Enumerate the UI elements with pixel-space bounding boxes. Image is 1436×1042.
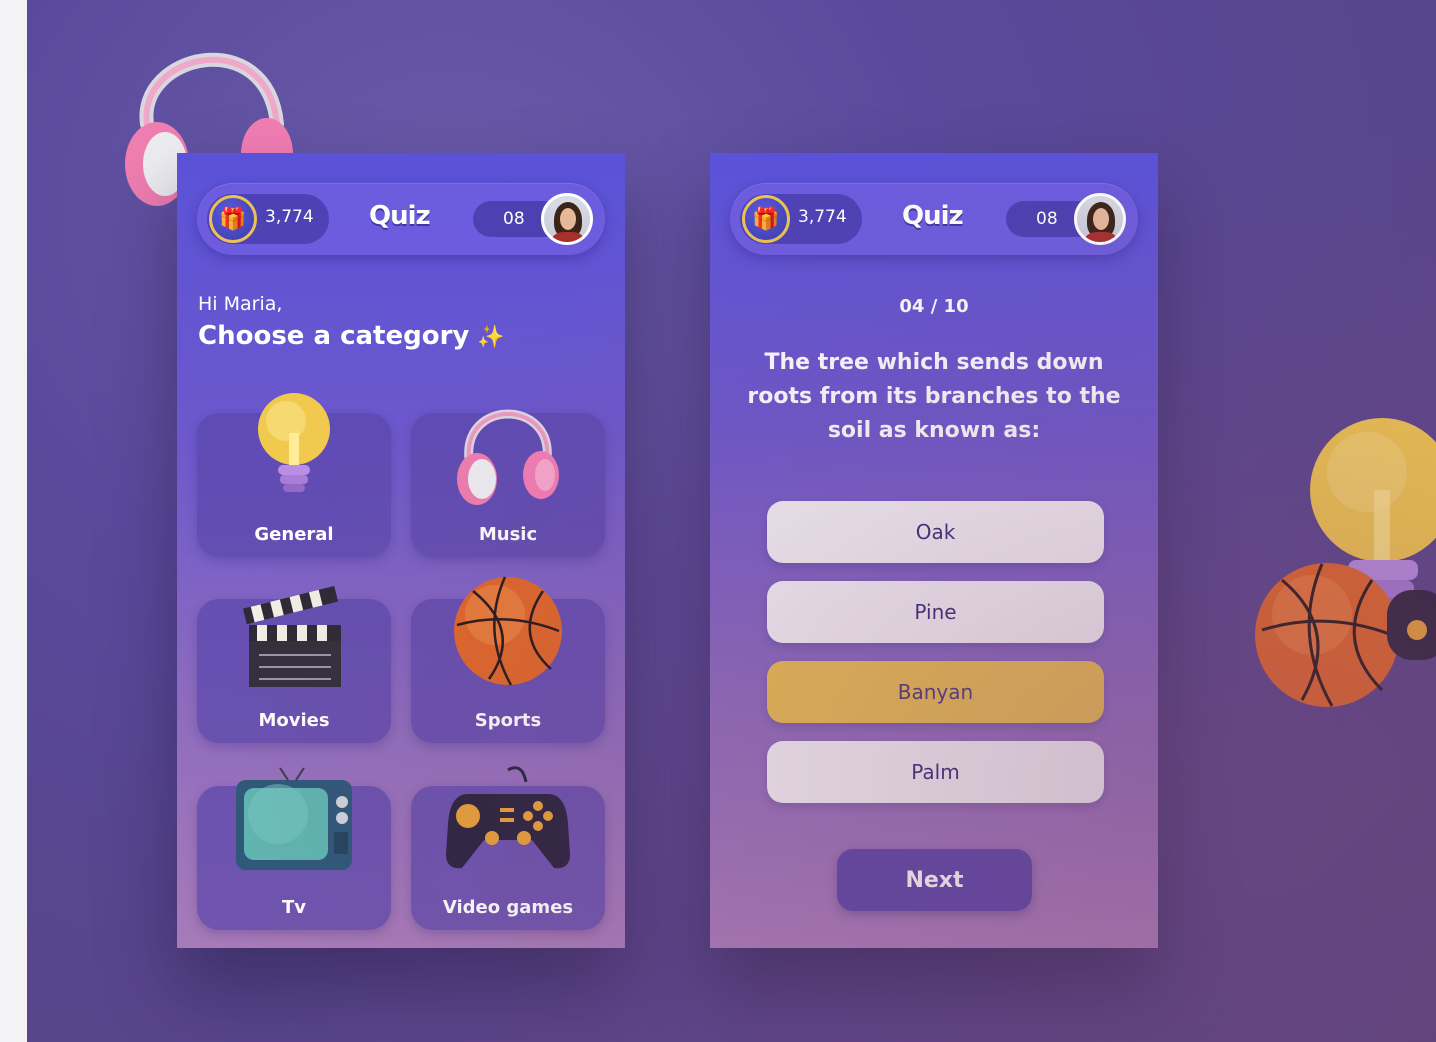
avatar[interactable]: [1074, 193, 1126, 245]
question-screen: 🎁 3,774 Quiz 08 04 / 10 The tree which s…: [710, 153, 1158, 948]
level-value: 08: [503, 209, 525, 229]
answer-option-oak[interactable]: Oak: [767, 501, 1104, 563]
sparkle-icon: ✨: [477, 325, 505, 350]
basketball-icon: [454, 576, 562, 686]
next-button[interactable]: Next: [837, 849, 1032, 911]
level-pill[interactable]: 08: [473, 193, 593, 245]
page-title: Choose a category ✨: [198, 321, 505, 351]
category-label-movies: Movies: [258, 710, 330, 731]
tv-icon: [236, 767, 352, 870]
question-progress: 04 / 10: [899, 296, 969, 317]
coins-value: 3,774: [265, 207, 314, 227]
greeting-text: Hi Maria,: [198, 293, 283, 315]
gamepad-icon: [446, 766, 570, 869]
avatar[interactable]: [541, 193, 593, 245]
top-bar: 🎁 3,774 Quiz 08: [730, 183, 1138, 255]
category-card-video-games[interactable]: Video games: [411, 766, 605, 930]
quiz-logo: Quiz: [369, 201, 431, 231]
gift-icon: 🎁: [742, 195, 790, 243]
gamepad-decoration-icon: [1387, 590, 1436, 660]
category-card-general[interactable]: General: [197, 393, 391, 557]
coins-pill[interactable]: 🎁 3,774: [740, 194, 862, 244]
category-card-music[interactable]: Music: [411, 409, 605, 557]
level-value: 08: [1036, 209, 1058, 229]
gift-icon: 🎁: [209, 195, 257, 243]
category-label-tv: Tv: [281, 897, 306, 918]
category-label-music: Music: [478, 524, 538, 545]
category-screen: 🎁 3,774 Quiz 08 Hi Maria, Choose a categ…: [177, 153, 625, 948]
category-label-video-games: Video games: [442, 897, 574, 918]
top-bar: 🎁 3,774 Quiz 08: [197, 183, 605, 255]
category-label-sports: Sports: [474, 710, 542, 731]
answer-option-pine[interactable]: Pine: [767, 581, 1104, 643]
question-text: The tree which sends down roots from its…: [747, 350, 1121, 443]
headphones-icon: [457, 409, 559, 505]
answer-option-palm[interactable]: Palm: [767, 741, 1104, 803]
coins-value: 3,774: [798, 207, 847, 227]
category-card-sports[interactable]: Sports: [411, 576, 605, 743]
heading-text: Choose a category: [198, 321, 470, 351]
category-card-movies[interactable]: Movies: [197, 585, 391, 743]
basketball-decoration-icon: [1255, 563, 1399, 707]
answer-option-banyan[interactable]: Banyan: [767, 661, 1104, 723]
category-card-tv[interactable]: Tv: [197, 767, 391, 930]
quiz-logo: Quiz: [902, 201, 964, 231]
coins-pill[interactable]: 🎁 3,774: [207, 194, 329, 244]
clapperboard-icon: [242, 585, 341, 687]
level-pill[interactable]: 08: [1006, 193, 1126, 245]
background-stage: 🎁 3,774 Quiz 08 Hi Maria, Choose a categ…: [27, 0, 1436, 1042]
category-label-general: General: [254, 524, 334, 545]
lightbulb-icon: [258, 393, 330, 492]
